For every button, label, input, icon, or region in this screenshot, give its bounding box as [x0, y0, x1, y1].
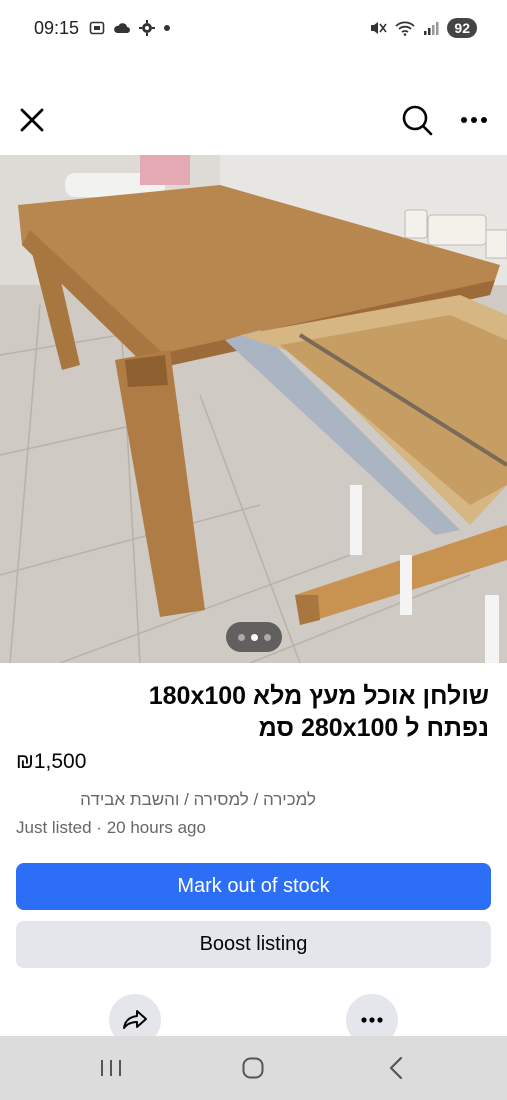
status-left: 09:15 — [34, 18, 171, 39]
carousel-dot — [237, 633, 245, 641]
search-button[interactable] — [395, 98, 439, 142]
settings-cog-icon — [139, 20, 156, 36]
cloud-icon — [114, 23, 131, 33]
listing-title-line-1: שולחן אוכל מעץ מלא 180x100 — [148, 682, 489, 710]
status-right: 92 — [369, 18, 477, 38]
listing-price: ₪1,500 — [16, 750, 87, 773]
status-time: 09:15 — [34, 17, 80, 38]
more-horizontal-icon — [461, 117, 487, 123]
listing-meta: Just listed · 20 hours ago — [16, 818, 206, 837]
system-navigation-bar — [0, 1036, 507, 1100]
screenshot-icon — [89, 21, 105, 35]
close-icon — [20, 108, 44, 132]
status-bar: 09:15 92 — [0, 0, 507, 56]
back-icon — [389, 1056, 403, 1080]
wifi-icon — [395, 21, 416, 36]
back-button[interactable] — [376, 1052, 416, 1084]
carousel-dot — [263, 633, 271, 641]
search-icon — [402, 105, 433, 136]
mark-out-of-stock-button[interactable]: Mark out of stock — [16, 863, 491, 910]
signal-icon — [424, 22, 439, 35]
listing-header — [0, 92, 507, 150]
more-horizontal-icon — [361, 1017, 383, 1023]
listing-title-line-2: נפתח ל 280x100 סמ — [258, 714, 489, 742]
listing-category: למכירה / למסירה / והשבת אבידה — [80, 790, 316, 809]
close-button[interactable] — [10, 98, 54, 142]
listing-photo[interactable] — [0, 155, 507, 663]
battery-badge: 92 — [447, 18, 477, 38]
listing-title: שולחן אוכל מעץ מלא 180x100 נפתח ל 280x10… — [19, 680, 489, 744]
mute-icon — [371, 22, 388, 34]
dot-icon — [164, 25, 171, 31]
listing-photo-illustration — [0, 155, 507, 663]
recent-apps-button[interactable] — [91, 1052, 131, 1084]
boost-listing-button[interactable]: Boost listing — [16, 921, 491, 968]
recent-apps-icon — [101, 1060, 121, 1076]
carousel-dot-active — [250, 633, 258, 641]
photo-carousel-indicator[interactable] — [226, 622, 282, 652]
share-icon — [123, 1010, 147, 1029]
home-icon — [242, 1057, 264, 1079]
home-button[interactable] — [233, 1052, 273, 1084]
more-options-button[interactable] — [452, 98, 496, 142]
